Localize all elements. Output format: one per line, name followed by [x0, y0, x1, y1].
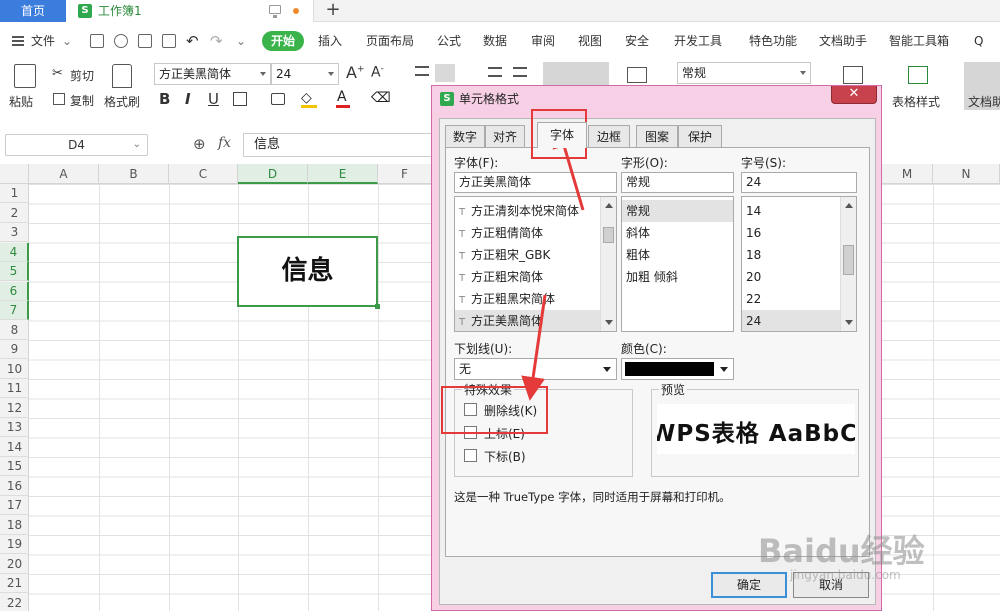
- annotation-arrows: [521, 123, 585, 401]
- annotation-arrow: [521, 294, 547, 401]
- watermark-brand: Baidu经验: [758, 532, 925, 570]
- watermark-url: jingyan.baidu.com: [790, 568, 901, 582]
- tab-font[interactable]: 字体: [537, 122, 587, 148]
